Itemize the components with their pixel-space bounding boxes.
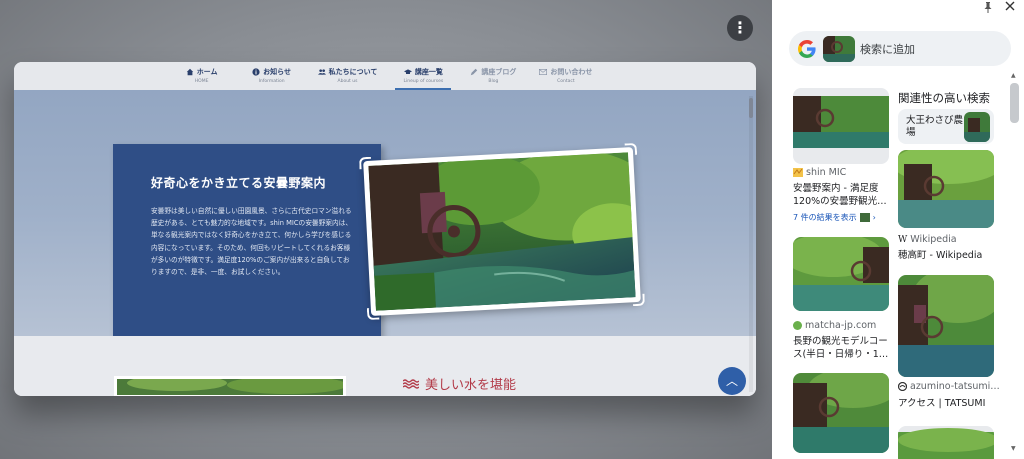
- nav-item-home[interactable]: ホーム HOME: [174, 67, 230, 90]
- shin-mic-site-icon: [793, 168, 803, 177]
- frame-corner: [358, 156, 372, 170]
- related-searches-title: 関連性の高い検索: [898, 91, 990, 105]
- nav-label: 講座一覧: [414, 68, 443, 76]
- nav-label: 講座ブログ: [481, 68, 517, 76]
- frame-corner: [632, 293, 646, 307]
- nav-sublabel: HOME: [194, 79, 209, 84]
- result-title[interactable]: アクセス | TATSUMI: [898, 397, 998, 410]
- pen-icon: [471, 68, 478, 76]
- search-image-thumbnail[interactable]: [823, 35, 855, 62]
- search-label: 検索に追加: [860, 42, 915, 56]
- result-thumbnail[interactable]: [898, 275, 994, 377]
- nav-label: ホーム: [196, 68, 218, 76]
- related-search-chip-image: [963, 111, 990, 142]
- result-thumbnail[interactable]: [898, 150, 994, 228]
- matcha-site-icon: [793, 321, 802, 330]
- result-thumb-mini-icon: [859, 213, 870, 222]
- nav-item-contact[interactable]: お問い合わせ Contact: [535, 67, 596, 90]
- related-search-chip-label: 大王わさび農場: [906, 114, 964, 138]
- waterwheel-photo-image: [368, 150, 653, 311]
- intro-panel: 好奇心をかき立てる安曇野案内 安曇野は美しい自然に優しい田園風景、さらに古代史ロ…: [113, 144, 381, 338]
- result-source: matcha-jp.com: [793, 320, 876, 331]
- result-thumbnail[interactable]: [793, 88, 889, 164]
- nav-item-about[interactable]: 私たちについて About us: [314, 67, 382, 90]
- home-icon: [186, 68, 193, 76]
- nav-label: お知らせ: [263, 68, 292, 76]
- result-source: azumino-tatsumi…: [898, 381, 1000, 392]
- site-navigation: ホーム HOME お知らせ Information 私たちについて About …: [14, 62, 756, 90]
- nav-label: 私たちについて: [328, 68, 378, 76]
- section-heading: 美しい水を堪能: [403, 374, 516, 393]
- info-icon: [252, 68, 260, 76]
- more-results-link[interactable]: 7 件の結果を表示 ›: [793, 212, 876, 223]
- page-preview-area: ⋮ ホーム HOME お知らせ Information 私たちについて Abou…: [0, 0, 772, 459]
- result-thumbnail[interactable]: [793, 237, 889, 311]
- result-thumbnail[interactable]: [898, 426, 994, 459]
- pin-icon[interactable]: [983, 2, 993, 16]
- hero-section: 好奇心をかき立てる安曇野案内 安曇野は美しい自然に優しい田園風景、さらに古代史ロ…: [14, 90, 756, 338]
- section-heading-text: 美しい水を堪能: [425, 378, 517, 393]
- page-scrollbar[interactable]: [749, 96, 753, 392]
- nav-sublabel: Blog: [488, 79, 499, 84]
- result-source: shin MIC: [793, 167, 846, 178]
- result-title[interactable]: 長野の観光モデルコース(半日・日帰り・1…: [793, 335, 893, 361]
- scroll-up-arrow-icon[interactable]: ▲: [1011, 72, 1016, 79]
- result-thumbnail[interactable]: [793, 373, 889, 453]
- tatsumi-site-icon: [898, 382, 907, 391]
- wave-icon: [403, 378, 419, 389]
- waterwheel-photo: [358, 142, 653, 321]
- nav-label: お問い合わせ: [550, 68, 593, 76]
- nav-sublabel: Information: [258, 79, 285, 84]
- result-title[interactable]: 安曇野案内 - 満足度120%の安曇野観光…: [793, 182, 893, 208]
- result-title[interactable]: 穂高町 - Wikipedia: [898, 249, 998, 262]
- google-logo-icon: [798, 39, 816, 58]
- page-scrollbar-thumb[interactable]: [749, 98, 753, 118]
- frame-corner: [366, 307, 380, 321]
- nav-sublabel: About us: [337, 79, 358, 84]
- mail-icon: [539, 69, 548, 75]
- lens-side-panel: 検索に追加 ▲ ▼ shin MIC 安曇野案内 - 満足度120%の安曇野観光…: [772, 0, 1024, 459]
- related-search-chip[interactable]: 大王わさび農場: [898, 109, 994, 144]
- search-input[interactable]: 検索に追加: [789, 31, 1011, 66]
- graduation-cap-icon: [403, 69, 412, 74]
- nav-sublabel: Lineup of courses: [403, 79, 444, 84]
- more-options-button[interactable]: ⋮: [727, 15, 753, 41]
- river-photo-image: [117, 375, 347, 395]
- nav-item-blog[interactable]: 講座ブログ Blog: [465, 67, 521, 90]
- result-source: W Wikipedia: [898, 234, 957, 245]
- intro-title: 好奇心をかき立てる安曇野案内: [151, 176, 327, 190]
- frame-corner: [624, 142, 638, 156]
- chevron-right-icon: ›: [872, 213, 876, 222]
- wikipedia-icon: W: [898, 234, 908, 245]
- visual-matches: shin MIC 安曇野案内 - 満足度120%の安曇野観光… 7 件の結果を表…: [772, 80, 1024, 459]
- river-photo: [114, 375, 347, 396]
- nav-item-information[interactable]: お知らせ Information: [244, 67, 300, 90]
- intro-text: 安曇野は美しい自然に優しい田園風景、さらに古代史ロマン溢れる歴史がある、とても魅…: [151, 207, 353, 277]
- lower-section: 美しい水を堪能 ︿: [14, 336, 756, 396]
- users-icon: [317, 69, 326, 75]
- close-icon[interactable]: [1005, 0, 1015, 14]
- nav-item-courses[interactable]: 講座一覧 Lineup of courses: [395, 67, 452, 90]
- selected-page-card[interactable]: ホーム HOME お知らせ Information 私たちについて About …: [14, 62, 756, 396]
- nav-sublabel: Contact: [557, 79, 575, 84]
- scroll-to-top-button[interactable]: ︿: [718, 367, 746, 395]
